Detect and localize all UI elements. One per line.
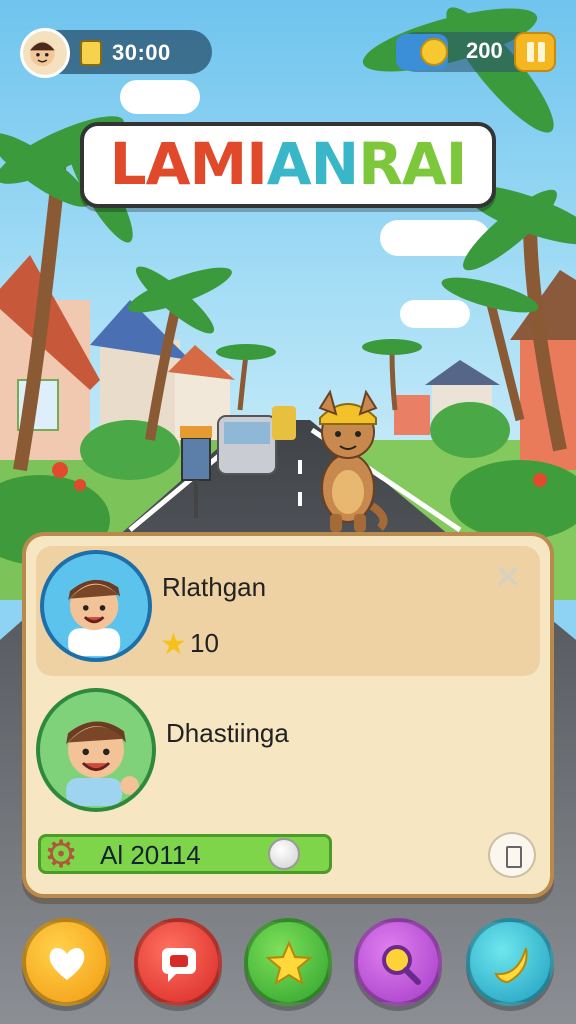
close-icon[interactable]: × (486, 556, 530, 596)
boy-face-icon (66, 721, 139, 806)
avatar-face-icon (30, 41, 55, 67)
player-avatar[interactable] (20, 28, 70, 78)
coin-count: 200 (466, 38, 503, 63)
chat-button[interactable] (134, 918, 222, 1006)
title-part-3: RAI (358, 130, 467, 198)
copy-button[interactable] (488, 832, 536, 878)
star-icon: ★ (160, 627, 187, 662)
fox-character (318, 389, 388, 532)
boy-face-icon (68, 579, 121, 657)
gear-icon[interactable]: ⚙ (44, 834, 78, 874)
player1-avatar (40, 550, 152, 662)
title-part-2: AN (266, 130, 359, 198)
heart-icon (49, 948, 85, 980)
player1-name: Rlathgan (162, 572, 267, 602)
player1-score: 10 (190, 628, 219, 658)
timer-text: 30:00 (112, 40, 171, 65)
search-button[interactable] (354, 918, 442, 1006)
title-part-1: LAMI (109, 130, 268, 198)
star-icon (266, 940, 312, 986)
heart-button[interactable] (22, 918, 110, 1006)
player2-name: Dhastiinga (166, 718, 289, 748)
progress-knob[interactable] (268, 838, 300, 870)
search-icon (382, 945, 421, 985)
timer-icon (80, 40, 102, 66)
banana-icon (494, 947, 528, 984)
pause-button[interactable] (514, 32, 556, 72)
player2-avatar (36, 688, 156, 812)
progress-label: Al 20114 (100, 840, 201, 870)
game-title: LAMIANRAI (80, 128, 496, 200)
chat-icon (162, 948, 196, 982)
banana-button[interactable] (466, 918, 554, 1006)
coin-icon (420, 38, 448, 66)
star-button[interactable] (244, 918, 332, 1006)
